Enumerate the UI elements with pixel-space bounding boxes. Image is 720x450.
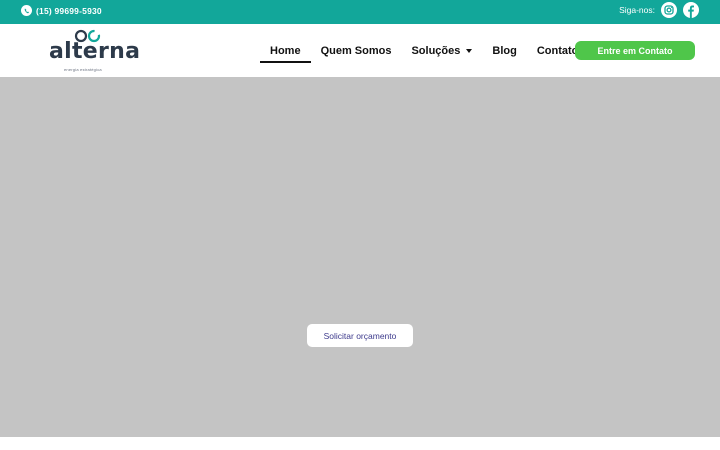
phone-number: (15) 99699-5930 [36, 5, 102, 16]
hero-section: Solicitar orçamento [0, 77, 720, 437]
request-quote-button[interactable]: Solicitar orçamento [307, 324, 413, 347]
logo[interactable]: alterna energia estratégica [49, 27, 140, 75]
social-label: Siga-nos: [619, 5, 655, 15]
instagram-icon[interactable] [661, 2, 677, 18]
phone-contact[interactable]: (15) 99699-5930 [21, 5, 102, 16]
social-links: Siga-nos: [619, 2, 699, 18]
nav-home[interactable]: Home [260, 24, 311, 77]
page-bottom-strip [0, 437, 720, 450]
site-header: alterna energia estratégica Home Quem So… [0, 24, 720, 77]
logo-tagline: energia estratégica [64, 67, 102, 72]
main-nav: Home Quem Somos Soluções Blog Contato [260, 24, 588, 77]
logo-wordmark: alterna [49, 39, 141, 64]
nav-quem-somos[interactable]: Quem Somos [311, 24, 402, 77]
contact-cta-button[interactable]: Entre em Contato [575, 41, 695, 60]
chevron-down-icon [466, 48, 473, 53]
top-bar: (15) 99699-5930 Siga-nos: [0, 0, 720, 24]
nav-blog[interactable]: Blog [482, 24, 526, 77]
whatsapp-icon [21, 5, 32, 16]
facebook-icon[interactable] [683, 2, 699, 18]
nav-solucoes[interactable]: Soluções [401, 24, 482, 77]
